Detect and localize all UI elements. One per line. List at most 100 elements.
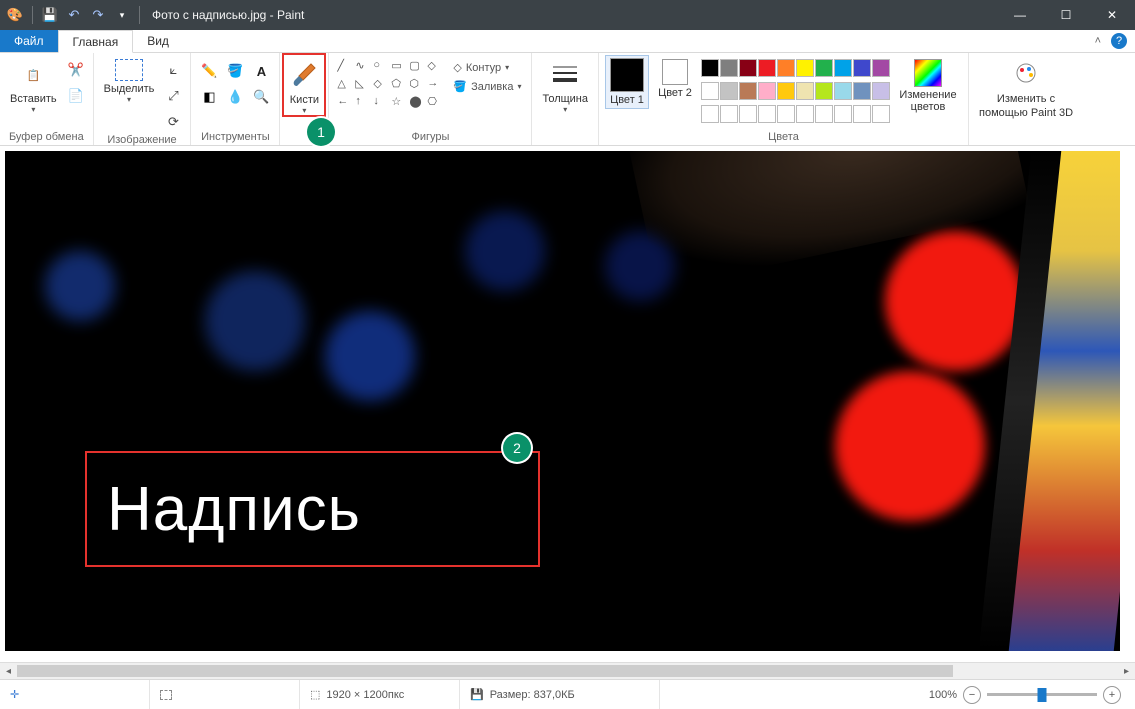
tab-file[interactable]: Файл (0, 30, 58, 52)
dimensions-icon: ⬚ (310, 688, 320, 701)
zoom-value: 100% (929, 689, 957, 701)
group-size: Толщина ▾ (532, 53, 599, 145)
bucket-icon: 🪣 (453, 80, 467, 93)
color-swatch[interactable] (777, 82, 795, 100)
group-paint3d: Изменить с помощью Paint 3D (969, 53, 1083, 145)
picker-icon[interactable]: 💧 (223, 85, 247, 109)
palette-row-bottom[interactable] (701, 78, 890, 100)
color-swatch[interactable] (796, 82, 814, 100)
qacustomise-icon[interactable]: ▾ (113, 6, 131, 24)
color-swatch[interactable] (815, 59, 833, 77)
status-selection (150, 680, 300, 709)
color-swatch[interactable] (834, 59, 852, 77)
scroll-thumb[interactable] (17, 665, 953, 677)
tab-home[interactable]: Главная (58, 30, 134, 53)
canvas[interactable]: Надпись (5, 151, 1120, 651)
rotate-icon[interactable]: ⟳ (162, 111, 184, 133)
color-swatch[interactable] (777, 59, 795, 77)
clipboard-icon: 📋 (17, 59, 49, 91)
brushes-button[interactable]: Кисти ▾ (282, 53, 326, 117)
zoom-in-button[interactable]: + (1103, 686, 1121, 704)
color-swatch[interactable] (872, 59, 890, 77)
zoom-out-button[interactable]: − (963, 686, 981, 704)
paste-button[interactable]: 📋 Вставить ▾ (6, 55, 61, 114)
group-clipboard: 📋 Вставить ▾ ✂️ 📄 Буфер обмена (0, 53, 94, 145)
inscription-text: Надпись (87, 474, 361, 545)
color-swatch[interactable] (739, 82, 757, 100)
shape-outline-button[interactable]: ◇Контур▾ (449, 59, 525, 76)
color-swatch[interactable] (872, 82, 890, 100)
redo-icon[interactable]: ↷ (89, 6, 107, 24)
color-swatch[interactable] (758, 82, 776, 100)
canvas-area: Надпись 2 ◂ ▸ (0, 146, 1135, 679)
scroll-right-icon[interactable]: ▸ (1118, 663, 1135, 679)
outline-icon: ◇ (453, 61, 461, 74)
text-icon[interactable]: A (249, 59, 273, 83)
annotation-badge-2: 2 (503, 434, 531, 462)
disk-icon: 💾 (470, 688, 484, 701)
zoom-slider[interactable] (987, 693, 1097, 696)
save-icon[interactable]: 💾 (41, 6, 59, 24)
group-label-colors: Цвета (605, 130, 962, 145)
zoom-icon[interactable]: 🔍 (249, 85, 273, 109)
color-swatch[interactable] (853, 82, 871, 100)
text-annotation-box[interactable]: Надпись (85, 451, 540, 567)
maximize-button[interactable]: ☐ (1043, 0, 1089, 30)
size-icon (549, 59, 581, 91)
scrollbar-horizontal[interactable]: ◂ ▸ (0, 662, 1135, 679)
paint3d-icon (1010, 59, 1042, 91)
group-tools: ✏️ 🪣 A ◧ 💧 🔍 Инструменты (191, 53, 280, 145)
group-shapes: ╱∿○▭▢◇ △◺◇⬠⬡→ ←↑↓☆⬤⎔ ◇Контур▾ 🪣Заливка▾ … (329, 53, 532, 145)
status-dimensions: ⬚ 1920 × 1200пкс (300, 680, 460, 709)
paint3d-button[interactable]: Изменить с помощью Paint 3D (975, 55, 1077, 119)
group-colors: Цвет 1 Цвет 2 Изменение цветов Цвета (599, 53, 969, 145)
select-button[interactable]: Выделить ▾ (100, 55, 159, 104)
palette-row-top[interactable] (701, 55, 890, 77)
color1-swatch (610, 58, 644, 92)
status-position: ✛ (0, 680, 150, 709)
brush-icon (287, 58, 321, 92)
color2-swatch (662, 59, 688, 85)
ribbon-tabs: Файл Главная Вид ˄ ? (0, 30, 1135, 53)
undo-icon[interactable]: ↶ (65, 6, 83, 24)
tab-view[interactable]: Вид (133, 30, 184, 52)
color-swatch[interactable] (853, 59, 871, 77)
shapes-gallery[interactable]: ╱∿○▭▢◇ △◺◇⬠⬡→ ←↑↓☆⬤⎔ (335, 55, 445, 115)
color-swatch[interactable] (739, 59, 757, 77)
color-swatch[interactable] (701, 82, 719, 100)
annotation-badge-1: 1 (307, 118, 335, 146)
resize-icon[interactable]: ⤢ (162, 85, 184, 107)
color-swatch[interactable] (796, 59, 814, 77)
color-swatch[interactable] (815, 82, 833, 100)
color-swatch[interactable] (720, 82, 738, 100)
color1-button[interactable]: Цвет 1 (605, 55, 649, 109)
select-icon (115, 59, 143, 81)
crop-icon[interactable]: ⟀ (162, 59, 184, 81)
scroll-left-icon[interactable]: ◂ (0, 663, 17, 679)
size-label: Толщина (542, 93, 588, 105)
palette-row-custom[interactable] (701, 101, 890, 123)
color-swatch[interactable] (701, 59, 719, 77)
size-button[interactable]: Толщина ▾ (538, 55, 592, 114)
pencil-icon[interactable]: ✏️ (197, 59, 221, 83)
selection-icon (160, 690, 172, 700)
color-swatch[interactable] (758, 59, 776, 77)
edit-colors-button[interactable]: Изменение цветов (894, 55, 962, 113)
shape-fill-button[interactable]: 🪣Заливка▾ (449, 78, 525, 95)
statusbar: ✛ ⬚ 1920 × 1200пкс 💾 Размер: 837,0КБ 100… (0, 679, 1135, 709)
brushes-label: Кисти (290, 94, 319, 106)
group-label-tools: Инструменты (197, 130, 273, 145)
minimize-button[interactable]: — (997, 0, 1043, 30)
window-title: Фото с надписью.jpg - Paint (152, 8, 304, 22)
ribbon-collapse-icon[interactable]: ˄ (1095, 35, 1101, 47)
close-button[interactable]: ✕ (1089, 0, 1135, 30)
color-swatch[interactable] (720, 59, 738, 77)
color2-button[interactable]: Цвет 2 (653, 55, 697, 99)
cut-icon[interactable]: ✂️ (65, 59, 87, 81)
fill-icon[interactable]: 🪣 (223, 59, 247, 83)
crosshair-icon: ✛ (10, 688, 19, 701)
help-icon[interactable]: ? (1111, 33, 1127, 49)
copy-icon[interactable]: 📄 (65, 85, 87, 107)
color-swatch[interactable] (834, 82, 852, 100)
eraser-icon[interactable]: ◧ (197, 85, 221, 109)
